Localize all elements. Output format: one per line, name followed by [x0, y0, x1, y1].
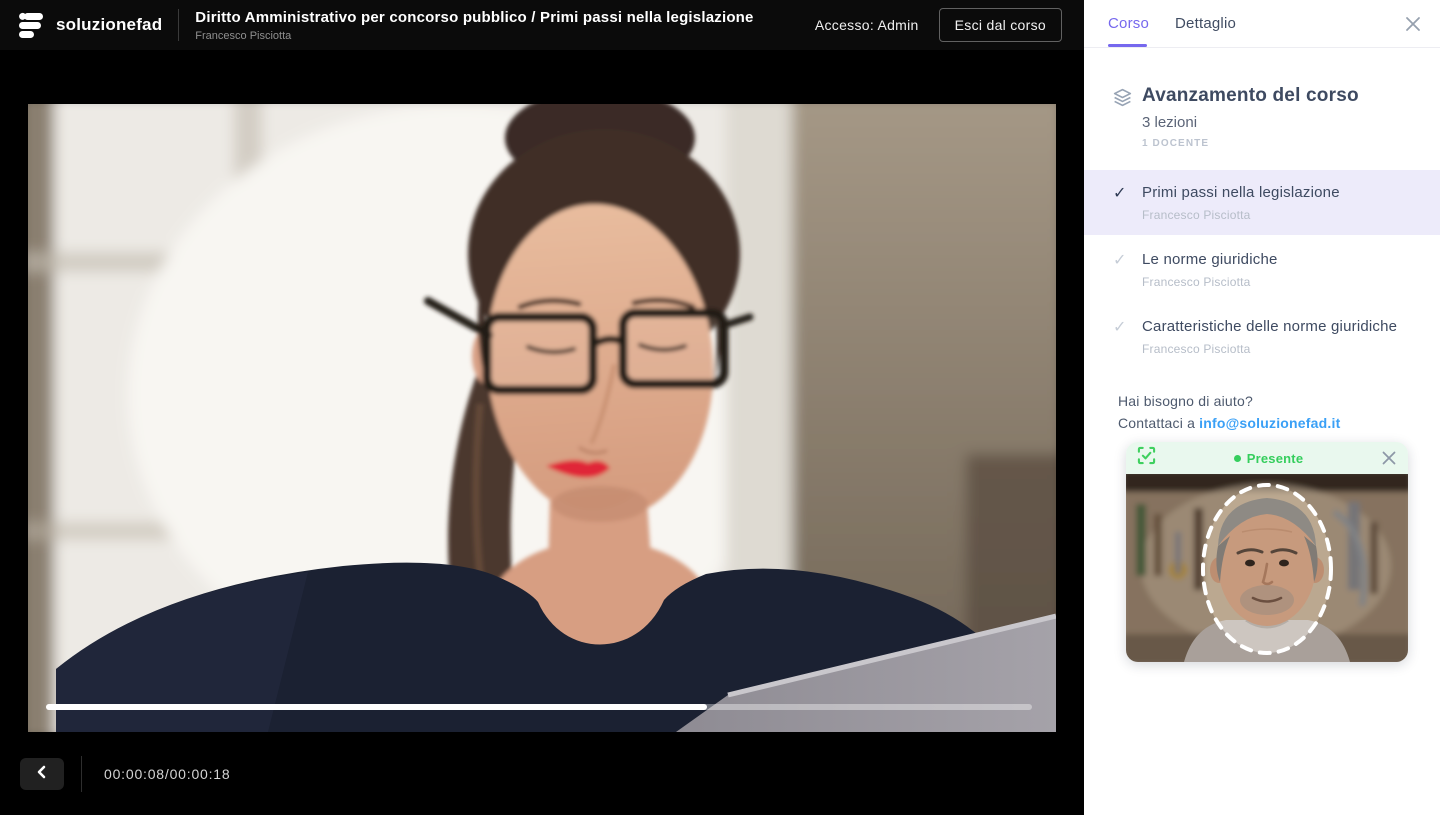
lesson-teacher: Francesco Pisciotta — [1142, 208, 1340, 222]
video-player[interactable] — [28, 104, 1056, 732]
access-label: Accesso: Admin — [815, 17, 919, 33]
video-timestamp: 00:00:08/00:00:18 — [104, 766, 230, 782]
video-progress-fill — [46, 704, 707, 710]
sidebar-tabbar: Corso Dettaglio — [1084, 0, 1440, 48]
app-window: soluzionefad Diritto Amministrativo per … — [0, 0, 1440, 815]
exit-course-button[interactable]: Esci dal corso — [939, 8, 1062, 42]
lesson-title: Caratteristiche delle norme giuridiche — [1142, 318, 1397, 335]
help-contact-prefix: Contattaci a — [1118, 415, 1195, 431]
lesson-item-caratteristiche[interactable]: ✓ Caratteristiche delle norme giuridiche… — [1084, 304, 1440, 369]
help-question: Hai bisogno di aiuto? — [1118, 392, 1416, 412]
player-control-bar: 00:00:08/00:00:18 — [0, 732, 1084, 815]
course-progress-header: Avanzamento del corso 3 lezioni 1 DOCENT… — [1112, 85, 1416, 149]
checkmark-icon: ✓ — [1113, 251, 1131, 289]
soluzionefad-logo-icon — [16, 10, 46, 40]
lesson-item-norme-giuridiche[interactable]: ✓ Le norme giuridiche Francesco Pisciott… — [1084, 237, 1440, 302]
top-bar: soluzionefad Diritto Amministrativo per … — [0, 0, 1084, 50]
close-sidebar-icon[interactable] — [1404, 15, 1422, 33]
presence-status-label: Presente — [1247, 451, 1304, 466]
topbar-right: Accesso: Admin Esci dal corso — [815, 8, 1062, 42]
video-progress-bar[interactable] — [46, 704, 1032, 710]
course-author: Francesco Pisciotta — [195, 30, 753, 42]
lesson-teacher: Francesco Pisciotta — [1142, 275, 1278, 289]
webcam-close-icon[interactable] — [1381, 450, 1397, 466]
teachers-count: 1 DOCENTE — [1142, 138, 1359, 149]
tab-dettaglio[interactable]: Dettaglio — [1175, 0, 1236, 47]
face-scan-icon — [1137, 446, 1156, 470]
checkmark-icon: ✓ — [1113, 318, 1131, 356]
webcam-feed-image — [1126, 474, 1408, 662]
checkmark-icon: ✓ — [1113, 184, 1131, 222]
presence-dot-icon — [1234, 455, 1241, 462]
course-sidebar: Corso Dettaglio Avanzamento del corso 3 … — [1084, 0, 1440, 815]
video-frame-image — [28, 104, 1056, 732]
course-heading: Diritto Amministrativo per concorso pubb… — [195, 9, 753, 42]
lesson-item-primi-passi[interactable]: ✓ Primi passi nella legislazione Frances… — [1084, 170, 1440, 235]
webcam-widget-header: Presente — [1126, 442, 1408, 474]
back-button[interactable] — [20, 758, 64, 790]
lesson-title: Le norme giuridiche — [1142, 251, 1278, 268]
chevron-left-icon — [35, 765, 49, 782]
logo-text: soluzionefad — [56, 15, 162, 35]
presence-status: Presente — [1156, 451, 1381, 466]
lessons-count: 3 lezioni — [1142, 114, 1359, 131]
layers-icon — [1112, 87, 1133, 149]
course-progress-title: Avanzamento del corso — [1142, 85, 1359, 107]
lesson-list: ✓ Primi passi nella legislazione Frances… — [1084, 170, 1440, 369]
brand[interactable]: soluzionefad — [16, 10, 162, 40]
course-title: Diritto Amministrativo per concorso pubb… — [195, 9, 753, 26]
help-contact-line: Contattaci ainfo@soluzionefad.it — [1118, 414, 1416, 434]
topbar-divider — [178, 9, 179, 41]
contact-email-link[interactable]: info@soluzionefad.it — [1199, 415, 1340, 431]
controlbar-divider — [81, 756, 82, 792]
lesson-teacher: Francesco Pisciotta — [1142, 342, 1397, 356]
tab-corso[interactable]: Corso — [1108, 0, 1149, 47]
webcam-widget: Presente — [1126, 442, 1408, 662]
lesson-title: Primi passi nella legislazione — [1142, 184, 1340, 201]
player-section: soluzionefad Diritto Amministrativo per … — [0, 0, 1084, 815]
help-section: Hai bisogno di aiuto? Contattaci ainfo@s… — [1118, 392, 1416, 433]
